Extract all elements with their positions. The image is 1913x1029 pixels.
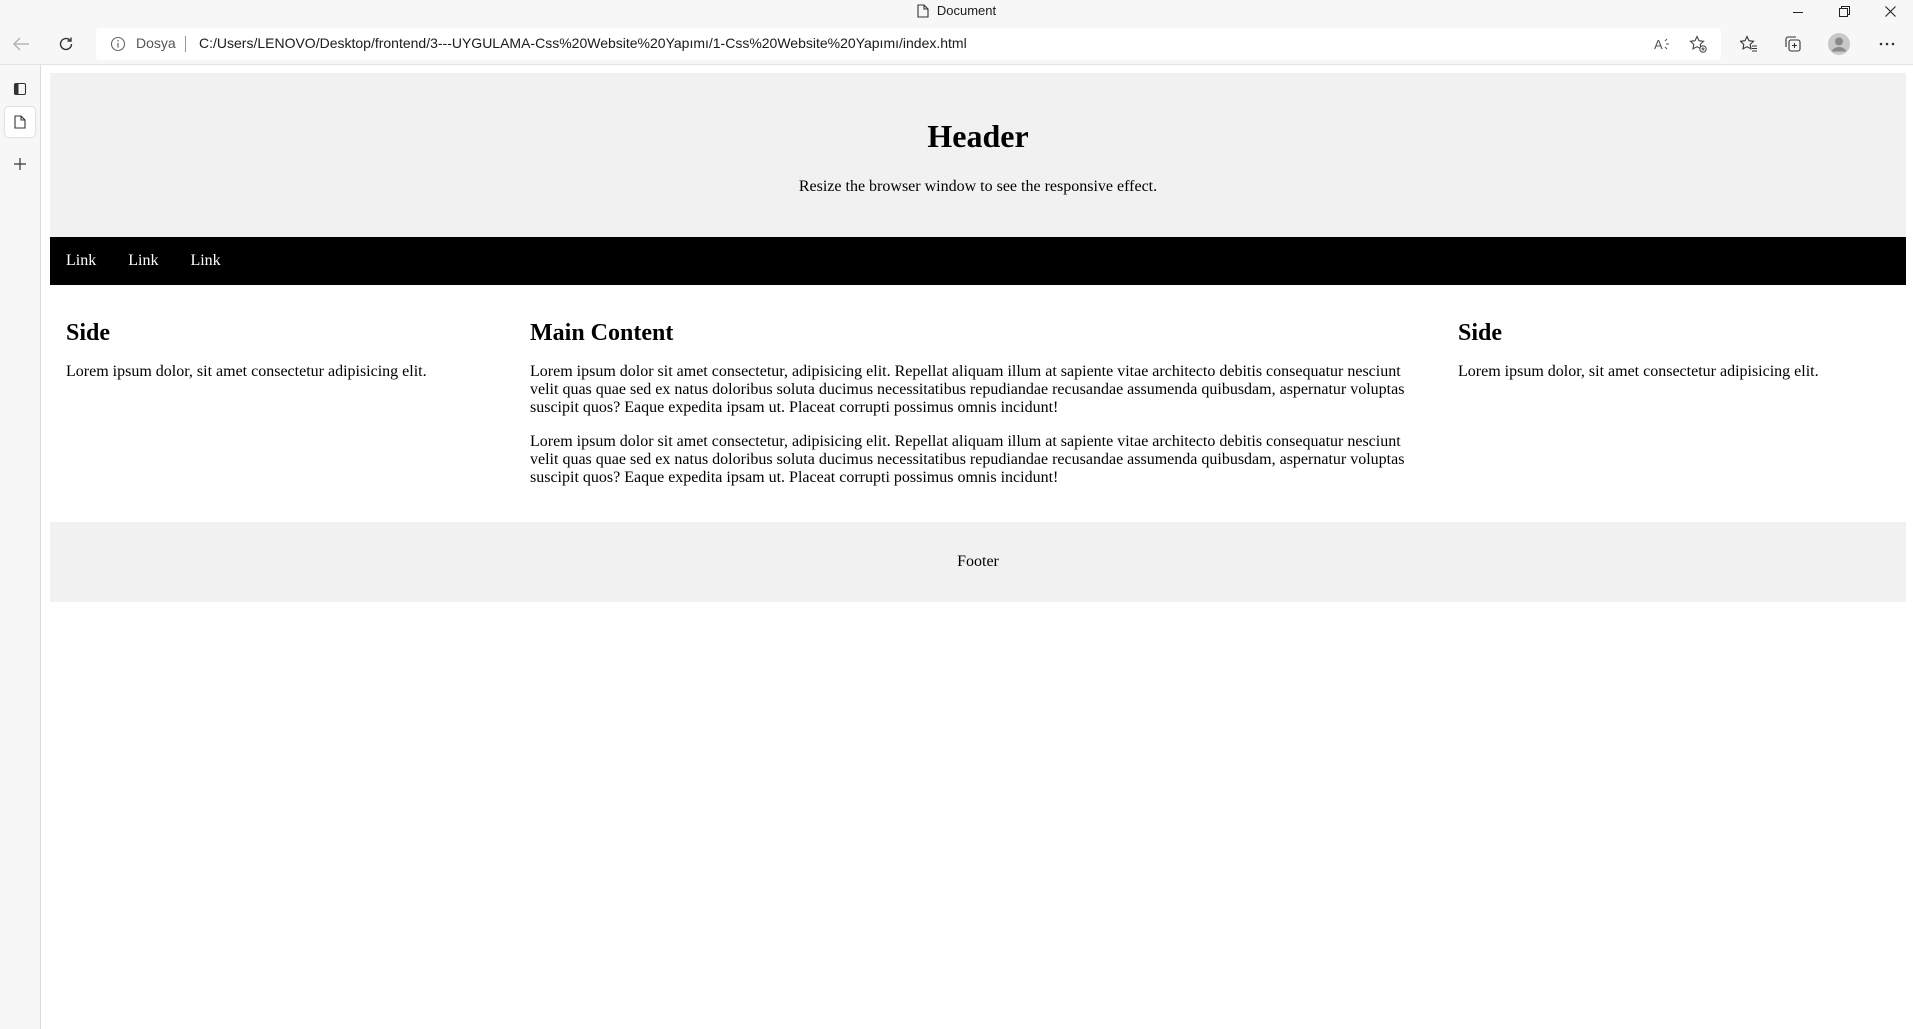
right-side-title: Side [1458, 320, 1503, 346]
site-info-label[interactable]: Dosya [136, 35, 176, 51]
back-arrow-icon [12, 37, 29, 51]
address-bar[interactable]: Dosya C:/Users/LENOVO/Desktop/frontend/3… [96, 28, 1721, 60]
restore-button[interactable] [1821, 0, 1867, 23]
address-separator [185, 36, 186, 52]
more-icon [1879, 42, 1895, 46]
close-icon [1884, 6, 1896, 17]
restore-icon [1838, 6, 1850, 17]
left-side-text: Lorem ipsum dolor, sit amet consectetur … [66, 363, 427, 380]
right-side-column: Side Lorem ipsum dolor, sit amet consect… [1442, 285, 1906, 522]
footer-text: Footer [957, 553, 999, 570]
minimize-button[interactable] [1775, 0, 1821, 23]
svg-text:A: A [1654, 37, 1663, 52]
main-paragraph-2: Lorem ipsum dolor sit amet consectetur, … [530, 433, 1405, 486]
nav-link-1[interactable]: Link [50, 237, 112, 285]
profile-button[interactable] [1822, 29, 1856, 59]
tab-document[interactable] [5, 107, 35, 137]
more-button[interactable] [1870, 29, 1904, 59]
main-paragraph-1: Lorem ipsum dolor sit amet consectetur, … [530, 363, 1405, 416]
collections-icon [1785, 36, 1801, 52]
main-content-column: Main Content Lorem ipsum dolor sit amet … [514, 285, 1442, 522]
nav-link-2[interactable]: Link [112, 237, 174, 285]
back-button[interactable] [4, 29, 38, 59]
document-icon [917, 4, 929, 21]
navbar: Link Link Link [50, 237, 1906, 285]
refresh-icon [59, 37, 73, 51]
collections-button[interactable] [1776, 29, 1810, 59]
close-button[interactable] [1867, 0, 1913, 23]
page-viewport: Header Resize the browser window to see … [42, 65, 1913, 1029]
web-page: Header Resize the browser window to see … [50, 73, 1906, 602]
content-row: Side Lorem ipsum dolor, sit amet consect… [50, 285, 1906, 522]
header-subtitle: Resize the browser window to see the res… [798, 178, 1158, 195]
favorites-button[interactable] [1732, 29, 1766, 59]
header-title: Header [927, 118, 1029, 154]
read-aloud-icon[interactable]: A [1651, 33, 1675, 55]
window-title: Document [0, 3, 1913, 21]
new-tab-icon [14, 158, 26, 170]
nav-link-3[interactable]: Link [174, 237, 236, 285]
page-footer: Footer [50, 522, 1906, 602]
right-side-text: Lorem ipsum dolor, sit amet consectetur … [1458, 363, 1819, 380]
minimize-icon [1793, 11, 1803, 13]
page-header: Header Resize the browser window to see … [50, 73, 1906, 237]
url-text[interactable]: C:/Users/LENOVO/Desktop/frontend/3---UYG… [199, 35, 967, 51]
tab-actions-button[interactable] [5, 74, 35, 104]
left-side-title: Side [66, 320, 111, 346]
title-bar: Document [0, 0, 1913, 23]
left-side-column: Side Lorem ipsum dolor, sit amet consect… [50, 285, 514, 522]
tab-actions-icon [13, 82, 27, 96]
profile-avatar-icon [1828, 33, 1850, 55]
main-content-title: Main Content [530, 320, 674, 346]
refresh-button[interactable] [49, 29, 83, 59]
window-title-text: Document [936, 3, 997, 18]
add-favorite-icon[interactable] [1686, 33, 1710, 55]
favorites-icon [1740, 35, 1757, 52]
info-icon[interactable] [110, 36, 126, 52]
vertical-tabs-sidebar [0, 65, 41, 1029]
new-tab-button[interactable] [5, 149, 35, 179]
tab-page-icon [14, 115, 26, 129]
browser-toolbar: Dosya C:/Users/LENOVO/Desktop/frontend/3… [0, 23, 1913, 65]
